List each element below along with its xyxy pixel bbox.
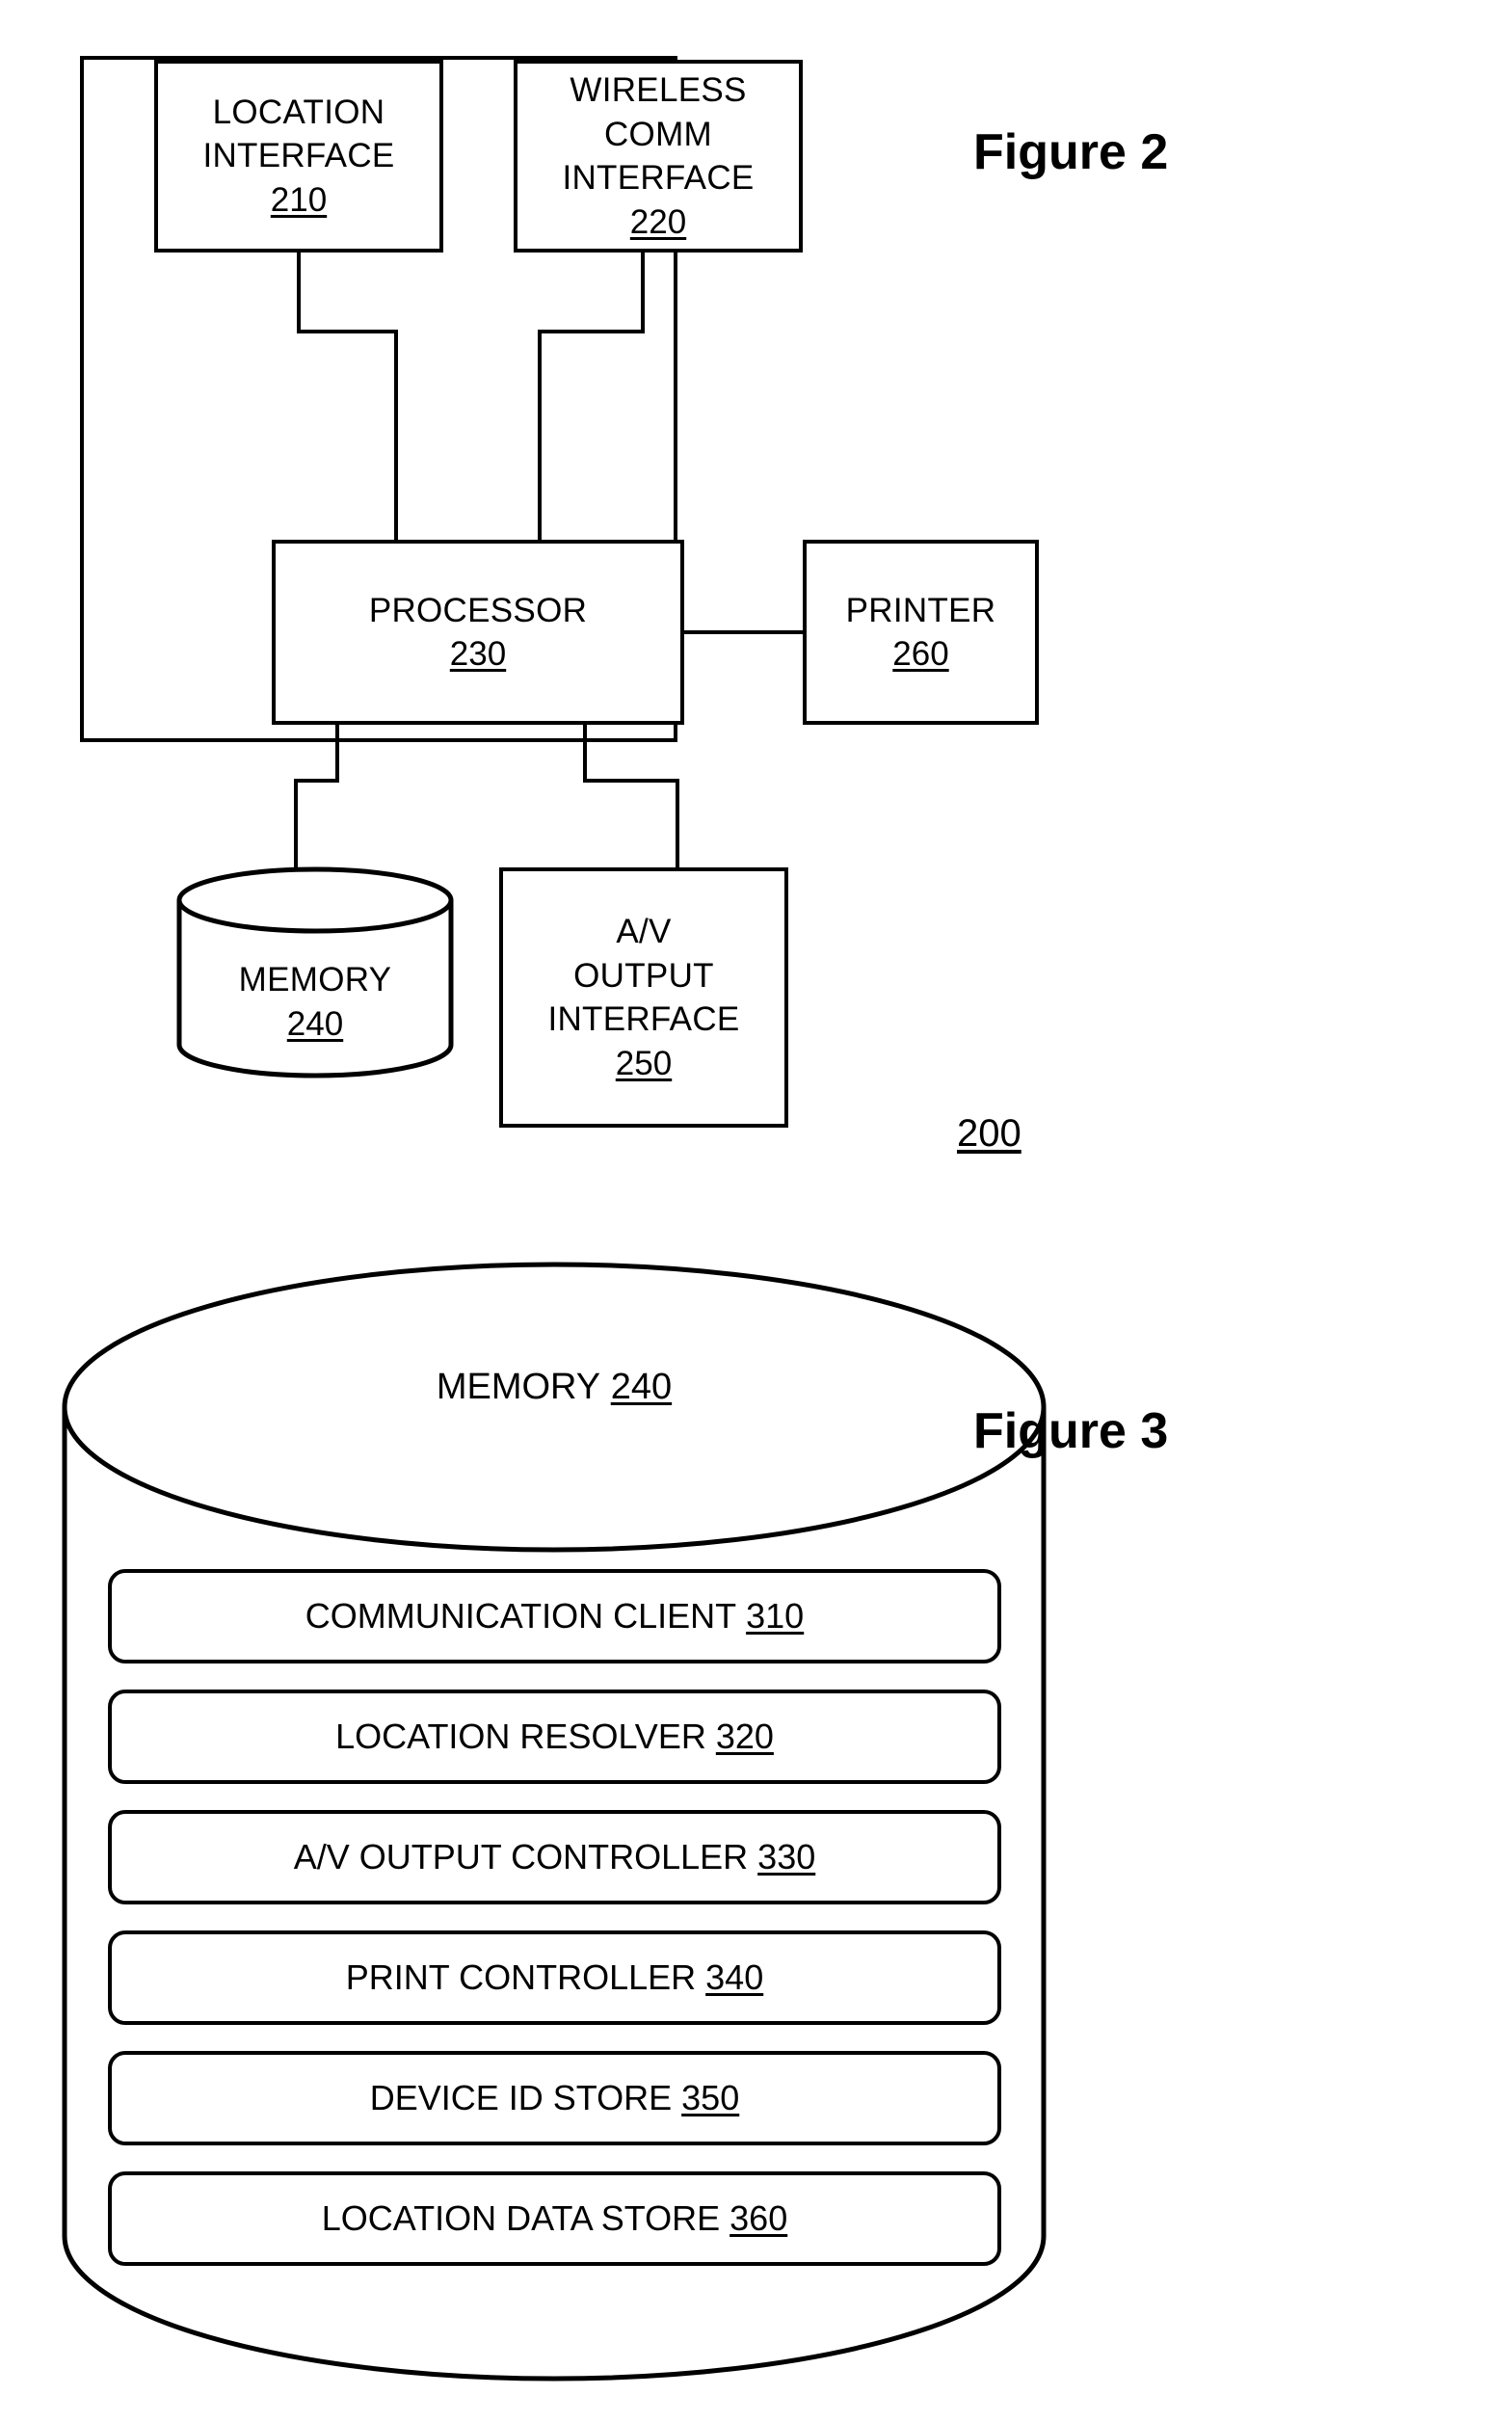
block-memory-label: MEMORY [238, 961, 392, 998]
memory-row-av-output-controller[interactable]: A/V OUTPUT CONTROLLER 330 [108, 1810, 1001, 1904]
connector-processor-to-av-seg1 [583, 723, 587, 783]
memory-row-device-id-store-ref: 350 [681, 2078, 740, 2117]
connector-location-to-processor-seg2 [297, 330, 398, 333]
connector-processor-to-av-seg3 [676, 779, 679, 870]
memory-row-print-controller-ref: 340 [705, 1957, 764, 1997]
memory-row-communication-client-label: COMMUNICATION CLIENT [305, 1596, 737, 1636]
memory-row-location-resolver-ref: 320 [715, 1717, 774, 1756]
block-av-output-interface-line-2: OUTPUT [573, 956, 714, 995]
block-av-output-interface-ref: 250 [615, 1044, 673, 1082]
connector-location-to-processor-seg1 [297, 251, 301, 333]
figure-2-device-ref: 200 [957, 1112, 1021, 1155]
connector-processor-to-av-seg2 [583, 779, 679, 783]
block-memory-cylinder: MEMORY 240 [175, 865, 455, 1079]
block-location-interface: LOCATION INTERFACE 210 [154, 60, 443, 253]
memory-row-location-resolver[interactable]: LOCATION RESOLVER 320 [108, 1690, 1001, 1784]
memory-row-print-controller-label: PRINT CONTROLLER [345, 1957, 697, 1997]
block-av-output-interface-line-3: INTERFACE [547, 1000, 740, 1038]
connector-processor-to-memory-seg2 [294, 779, 339, 783]
connector-location-to-processor-seg3 [394, 330, 398, 542]
connector-wireless-to-processor-seg1 [641, 251, 645, 333]
memory-cylinder-label: MEMORY [436, 1367, 601, 1407]
connector-wireless-to-processor-seg2 [538, 330, 645, 333]
block-location-interface-ref: 210 [270, 180, 328, 219]
connector-wireless-to-processor-seg3 [538, 330, 542, 542]
memory-row-device-id-store-label: DEVICE ID STORE [369, 2078, 673, 2117]
memory-row-device-id-store[interactable]: DEVICE ID STORE 350 [108, 2051, 1001, 2145]
block-location-interface-line-1: LOCATION [212, 93, 385, 131]
memory-row-location-data-store-ref: 360 [729, 2198, 788, 2238]
block-wireless-comm-interface-line-2: COMM [603, 115, 712, 153]
block-memory-ref: 240 [286, 1004, 344, 1043]
block-processor-line-1: PROCESSOR [368, 591, 588, 629]
block-av-output-interface: A/V OUTPUT INTERFACE 250 [499, 867, 788, 1128]
block-processor: PROCESSOR 230 [272, 540, 684, 725]
block-processor-ref: 230 [449, 635, 507, 673]
memory-row-av-output-controller-ref: 330 [757, 1837, 816, 1876]
block-printer-ref: 260 [892, 635, 949, 673]
block-printer-line-1: PRINTER [845, 591, 996, 629]
memory-cylinder-ref: 240 [610, 1367, 673, 1407]
memory-row-location-data-store[interactable]: LOCATION DATA STORE 360 [108, 2171, 1001, 2266]
connector-processor-to-memory-seg1 [335, 723, 339, 783]
memory-row-av-output-controller-label: A/V OUTPUT CONTROLLER [293, 1837, 749, 1876]
memory-row-print-controller[interactable]: PRINT CONTROLLER 340 [108, 1930, 1001, 2025]
block-wireless-comm-interface-ref: 220 [629, 202, 687, 241]
block-av-output-interface-line-1: A/V [616, 913, 672, 950]
connector-processor-to-memory-seg3 [294, 779, 298, 870]
connector-processor-to-printer [680, 630, 807, 634]
memory-row-communication-client[interactable]: COMMUNICATION CLIENT 310 [108, 1569, 1001, 1663]
memory-row-location-resolver-label: LOCATION RESOLVER [335, 1717, 706, 1756]
memory-cylinder-label-group: MEMORY 240 [61, 1367, 1048, 1408]
memory-row-communication-client-ref: 310 [746, 1596, 805, 1636]
figure-2-title: Figure 2 [973, 124, 1169, 180]
block-printer: PRINTER 260 [803, 540, 1039, 725]
block-wireless-comm-interface-line-3: INTERFACE [562, 159, 755, 197]
block-wireless-comm-interface-line-1: WIRELESS [570, 71, 747, 109]
block-wireless-comm-interface: WIRELESS COMM INTERFACE 220 [514, 60, 803, 253]
memory-row-location-data-store-label: LOCATION DATA STORE [321, 2198, 721, 2238]
block-location-interface-line-2: INTERFACE [202, 137, 395, 175]
